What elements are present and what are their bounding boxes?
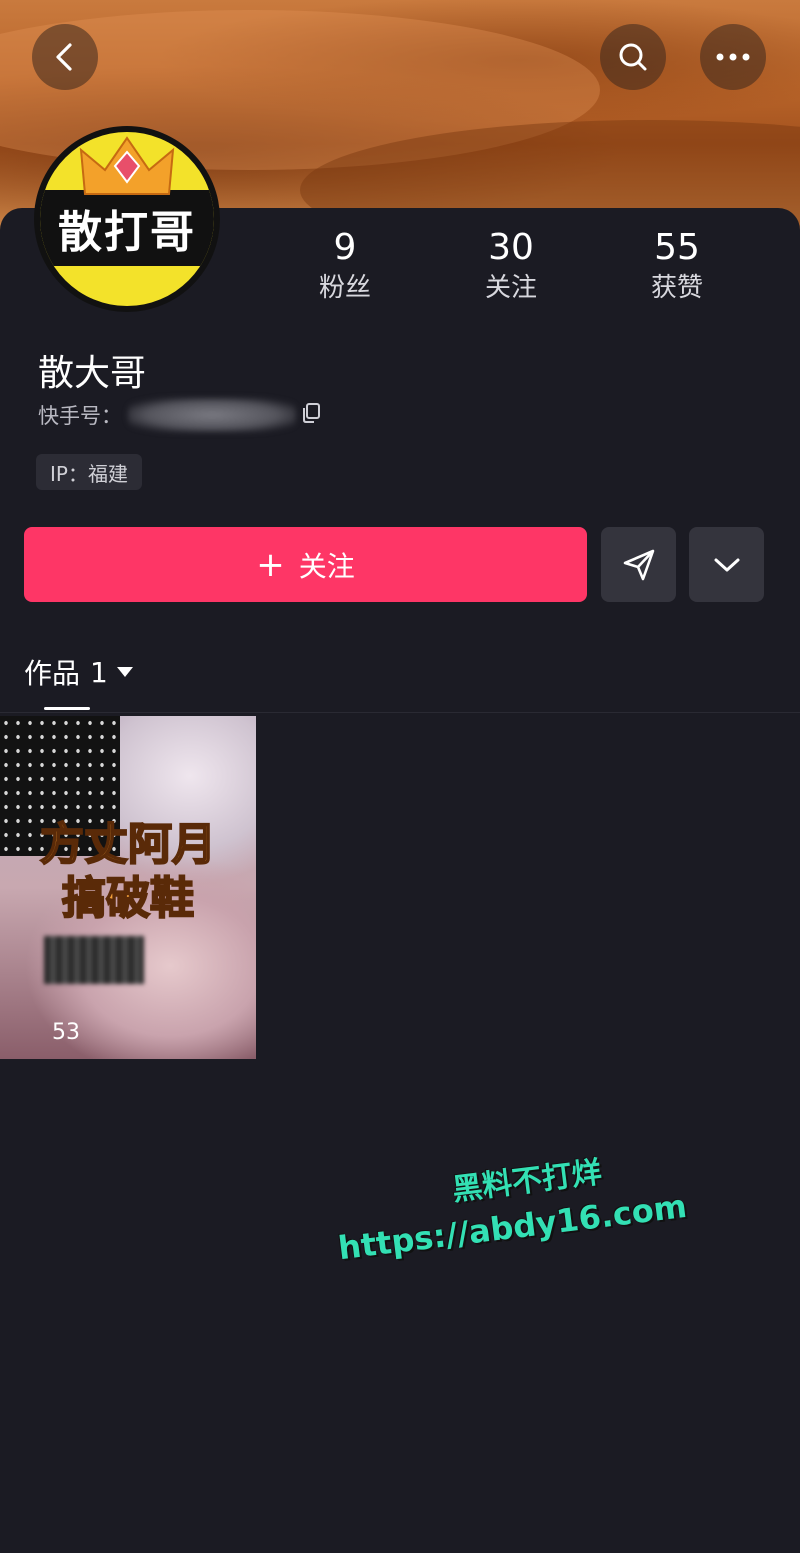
works-count: 1 [90,655,108,689]
crown-icon [79,136,175,195]
account-label: 快手号： [38,404,122,428]
tab-works[interactable]: 作品 1 [24,652,134,692]
caret-down-icon [116,667,133,677]
ip-location-tag: IP：福建 [36,454,142,490]
stat-value: 30 [488,227,534,268]
avatar-image: 散打哥 [40,132,214,306]
account-id-redacted [128,398,296,432]
chevron-down-icon [714,558,739,571]
plus-icon: + [256,544,285,585]
stat-label: 获赞 [650,273,703,303]
stat-value: 55 [654,227,700,268]
send-message-button[interactable] [601,527,676,602]
search-icon [619,43,647,71]
stat-followers[interactable]: 9 粉丝 [262,226,428,306]
avatar[interactable]: 散打哥 [34,126,220,312]
thumbnail-mosaic [44,936,144,984]
send-icon [623,549,654,580]
nickname: 散大哥 [38,353,147,394]
stat-following[interactable]: 30 关注 [428,226,594,306]
more-icon [716,53,750,61]
thumbnail-play-count: 53 [52,1020,80,1045]
search-button[interactable] [600,24,666,90]
divider [0,712,800,713]
works-tab-label: 作品 [24,657,81,690]
more-button[interactable] [700,24,766,90]
tab-underline [44,707,90,710]
avatar-text: 散打哥 [40,190,214,266]
stat-label: 粉丝 [318,273,371,303]
copy-icon[interactable] [300,402,322,428]
stat-likes[interactable]: 55 获赞 [594,226,760,306]
stat-value: 9 [333,227,357,268]
follow-label: 关注 [298,549,355,583]
back-icon [56,43,72,71]
more-actions-button[interactable] [689,527,764,602]
work-thumbnail[interactable]: 方丈阿月 搞破鞋 53 [0,716,256,1059]
thumbnail-title-line2: 搞破鞋 [61,872,195,925]
follow-button[interactable]: + 关注 [24,527,587,602]
stat-label: 关注 [484,273,537,303]
account-id-row: 快手号： [38,398,322,432]
stats-row: 9 粉丝 30 关注 55 获赞 [262,226,762,306]
back-button[interactable] [32,24,98,90]
